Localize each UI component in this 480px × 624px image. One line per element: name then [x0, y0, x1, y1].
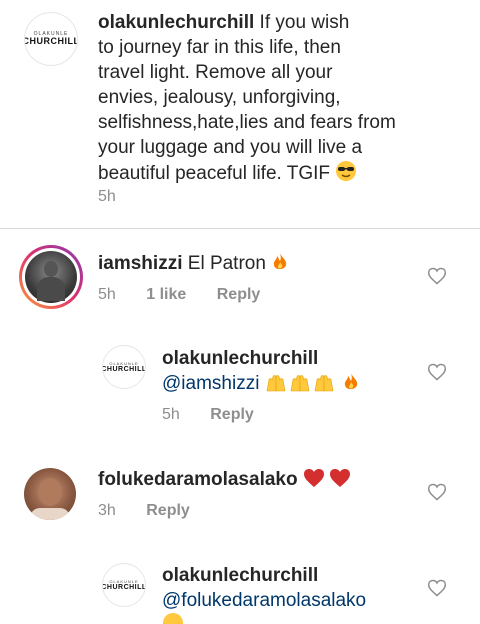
- comment-avatar-folukedaramolasalako[interactable]: [24, 468, 76, 520]
- caption-line: envies, jealousy, unforgiving,: [98, 87, 341, 108]
- reply-button[interactable]: Reply: [217, 286, 261, 303]
- reply-body: olakunlechurchill @folukedaramolasalako: [162, 563, 366, 613]
- comment-time: 3h: [98, 502, 116, 519]
- comment-username[interactable]: iamshizzi: [98, 253, 182, 274]
- comment-time: 5h: [98, 286, 116, 303]
- avatar-logo-bottom: CHURCHILL: [24, 36, 78, 46]
- reply-button[interactable]: Reply: [210, 406, 254, 423]
- raised-hands-icon: [266, 375, 334, 392]
- comment-text: El Patron: [187, 253, 266, 274]
- caption-line: beautiful peaceful life. TGIF: [98, 163, 330, 184]
- avatar-logo-bottom: CHURCHILL: [102, 583, 146, 591]
- caption-line: to journey far in this life, then: [98, 37, 341, 58]
- caption-line: your luggage and you will live a: [98, 137, 363, 158]
- mention-link[interactable]: @folukedaramolasalako: [162, 588, 366, 613]
- like-heart-icon[interactable]: [427, 362, 447, 382]
- partial-emoji-icon: [163, 613, 183, 624]
- comment-meta: 3h Reply: [98, 502, 190, 520]
- reply-username[interactable]: olakunlechurchill: [162, 563, 366, 588]
- reply-body: olakunlechurchill @iamshizzi: [162, 346, 360, 396]
- caption-line: selfishness,hate,lies and fears from: [98, 112, 396, 133]
- like-heart-icon[interactable]: [427, 266, 447, 286]
- comment-meta: 5h 1 like Reply: [98, 286, 260, 304]
- caption-body: olakunlechurchill If you wish to journey…: [98, 10, 468, 186]
- avatar-logo-bottom: CHURCHILL: [102, 365, 146, 373]
- comment-body: iamshizzi El Patron: [98, 251, 289, 276]
- reply-avatar[interactable]: OLAKUNLE CHURCHILL: [102, 345, 146, 389]
- caption-username[interactable]: olakunlechurchill: [98, 12, 254, 33]
- caption-line: If you wish: [259, 12, 350, 33]
- mention-link[interactable]: @iamshizzi: [162, 373, 259, 394]
- like-heart-icon[interactable]: [427, 482, 447, 502]
- caption-divider: [0, 228, 480, 229]
- reply-meta: 5h Reply: [162, 406, 254, 424]
- comment-body: folukedaramolasalako: [98, 467, 353, 492]
- caption-line: travel light. Remove all your: [98, 62, 333, 83]
- red-hearts-icon: [303, 469, 350, 487]
- comment-avatar-iamshizzi[interactable]: [19, 245, 83, 309]
- fire-icon: [344, 373, 358, 390]
- caption-avatar[interactable]: OLAKUNLE CHURCHILL: [24, 12, 78, 66]
- reply-time: 5h: [162, 406, 180, 423]
- like-heart-icon[interactable]: [427, 578, 447, 598]
- sunglasses-emoji-icon: [336, 161, 357, 181]
- fire-icon: [274, 253, 287, 270]
- comment-username[interactable]: folukedaramolasalako: [98, 469, 298, 490]
- reply-button[interactable]: Reply: [146, 502, 190, 519]
- reply-username[interactable]: olakunlechurchill: [162, 346, 360, 371]
- caption-time: 5h: [98, 188, 116, 205]
- reply-avatar[interactable]: OLAKUNLE CHURCHILL: [102, 563, 146, 607]
- comment-likes[interactable]: 1 like: [146, 286, 186, 303]
